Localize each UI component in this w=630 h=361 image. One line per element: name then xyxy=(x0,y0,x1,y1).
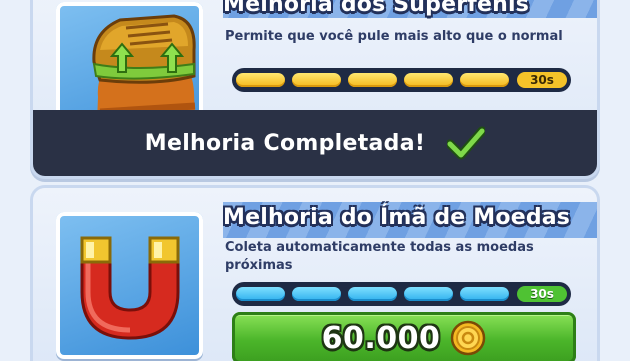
meter-segment xyxy=(236,287,285,301)
meter-segment xyxy=(348,287,397,301)
upgrade-description: Coleta automaticamente todas as moedas p… xyxy=(225,240,534,273)
upgrade-card-super-sneakers: Melhoria dos Superfênis Permite que você… xyxy=(33,0,597,176)
meter-segment xyxy=(404,287,453,301)
meter-segment xyxy=(292,73,341,87)
checkmark-icon xyxy=(447,126,486,160)
meter-segment xyxy=(236,73,285,87)
meter-segment xyxy=(348,73,397,87)
upgrade-description: Permite que você pule mais alto que o no… xyxy=(225,29,563,44)
meter-segment xyxy=(404,73,453,87)
upgrade-level-meter: 30s xyxy=(232,282,571,306)
meter-segment xyxy=(460,73,509,87)
upgrade-complete-label: Melhoria Completada! xyxy=(144,130,426,156)
duration-badge: 30s xyxy=(517,286,567,302)
upgrade-title: Melhoria dos Superfênis xyxy=(223,0,530,17)
coin-magnet-icon xyxy=(80,236,180,340)
upgrade-level-meter: 30s xyxy=(232,68,571,92)
buy-upgrade-button[interactable]: 60.000 xyxy=(232,312,576,361)
meter-segment xyxy=(292,287,341,301)
upgrade-price: 60.000 xyxy=(321,320,441,356)
upgrade-complete-banner: Melhoria Completada! xyxy=(33,110,597,176)
coin-icon xyxy=(451,320,486,356)
upgrade-icon-frame xyxy=(56,212,203,359)
upgrade-card-coin-magnet: Melhoria do Ímã de Moedas Coleta automat… xyxy=(33,188,597,361)
upgrade-title: Melhoria do Ímã de Moedas xyxy=(223,205,571,230)
duration-badge: 30s xyxy=(517,72,567,88)
meter-segment xyxy=(460,287,509,301)
